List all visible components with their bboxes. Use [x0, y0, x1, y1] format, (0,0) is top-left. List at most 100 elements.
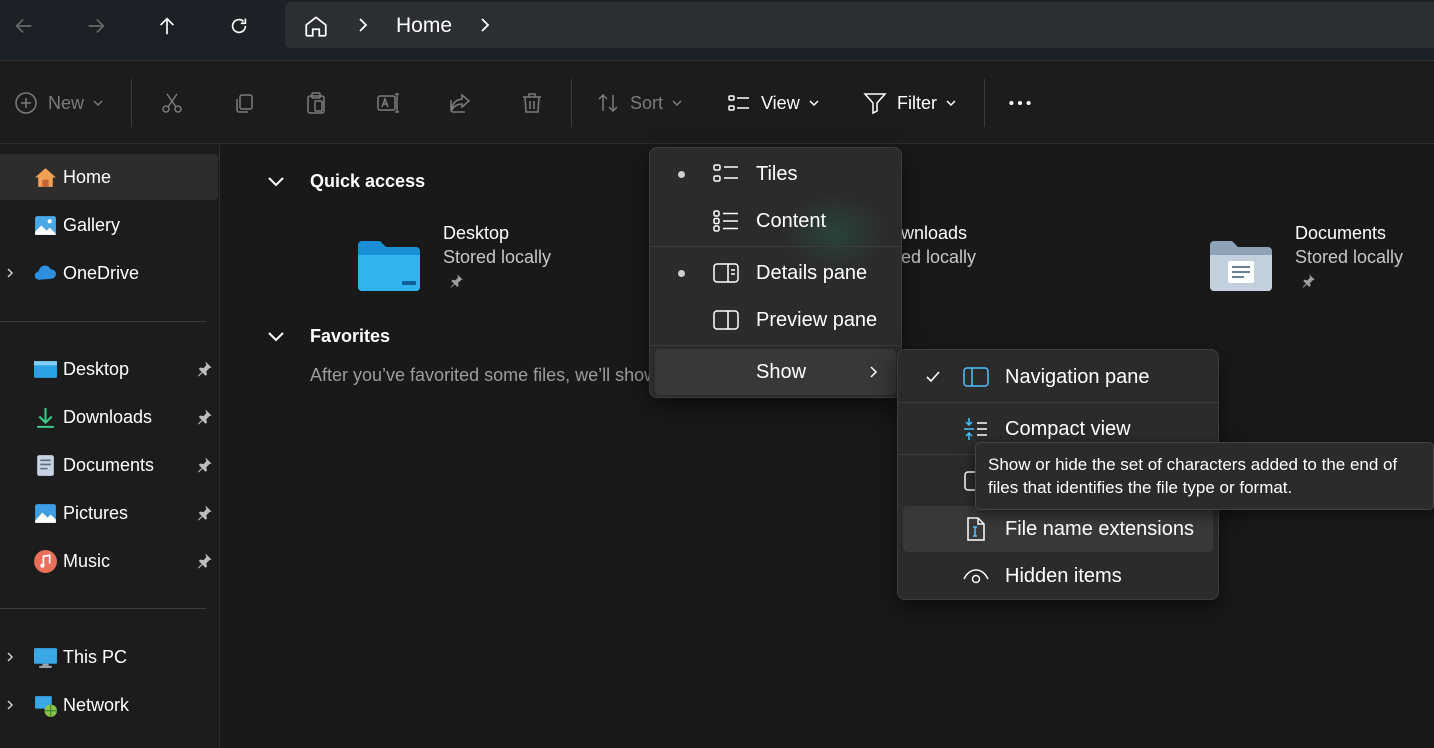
sidebar-item-onedrive[interactable]: OneDrive [0, 250, 218, 296]
new-label: New [48, 92, 85, 113]
sort-label: Sort [630, 92, 664, 113]
download-icon [37, 407, 54, 428]
rename-button[interactable] [376, 87, 400, 119]
desktop-icon [34, 360, 57, 378]
toolbar-divider [984, 79, 985, 127]
sort-icon [598, 93, 618, 113]
menu-item-tiles[interactable]: Tiles [655, 151, 896, 197]
menu-item-show[interactable]: Show [655, 349, 896, 395]
menu-item-label: Navigation pane [1005, 365, 1150, 388]
pin-icon[interactable] [195, 408, 213, 426]
menu-item-label: Hidden items [1005, 564, 1122, 587]
file-extension-icon [967, 517, 985, 541]
chevron-right-icon[interactable] [4, 267, 16, 279]
menu-divider [650, 246, 901, 247]
chevron-right-icon[interactable] [4, 651, 16, 663]
plus-circle-icon [15, 92, 37, 114]
refresh-button[interactable] [219, 8, 259, 44]
copy-button[interactable] [232, 87, 256, 119]
checkmark-icon [926, 371, 940, 383]
share-icon [450, 93, 471, 113]
sidebar-item-documents[interactable]: Documents [0, 442, 218, 488]
menu-item-file-name-extensions[interactable]: File name extensions [903, 506, 1213, 552]
command-bar: New Sort View Filter [0, 60, 1434, 144]
quick-access-item[interactable]: Documents Stored locally [1208, 223, 1434, 303]
eye-icon [963, 569, 989, 584]
quick-access-item[interactable]: Desktop Stored locally [356, 223, 656, 303]
compact-view-icon [964, 418, 987, 440]
menu-item-label: Preview pane [756, 308, 878, 331]
pin-icon[interactable] [195, 552, 213, 570]
chevron-right-icon[interactable] [4, 699, 16, 711]
paste-button[interactable] [304, 87, 328, 119]
sidebar-item-desktop[interactable]: Desktop [0, 346, 218, 392]
sidebar-item-music[interactable]: Music [0, 538, 218, 584]
favorites-header[interactable]: Favorites [266, 326, 390, 347]
sidebar-item-downloads[interactable]: Downloads [0, 394, 218, 440]
chevron-right-icon[interactable] [477, 16, 493, 34]
pin-icon[interactable] [195, 504, 213, 522]
quick-access-item[interactable]: wnloads ed locally [901, 223, 1201, 303]
pin-icon[interactable] [195, 456, 213, 474]
share-button[interactable] [448, 87, 472, 119]
sidebar-item-label: Home [63, 166, 112, 187]
sidebar-divider [0, 608, 206, 609]
menu-item-preview-pane[interactable]: Preview pane [655, 297, 896, 343]
sidebar-item-this-pc[interactable]: This PC [0, 634, 218, 680]
this-pc-icon [34, 647, 57, 668]
menu-item-hidden-items[interactable]: Hidden items [903, 553, 1213, 599]
rename-icon [377, 93, 399, 113]
new-button[interactable]: New [14, 87, 104, 119]
chevron-right-icon[interactable] [355, 16, 371, 34]
quick-access-item-name: Documents [1295, 223, 1387, 243]
menu-divider [650, 345, 901, 346]
music-icon [34, 549, 57, 573]
sort-button[interactable]: Sort [596, 87, 683, 119]
home-icon[interactable] [303, 13, 329, 39]
trash-icon [523, 93, 541, 113]
sidebar-item-home[interactable]: Home [0, 154, 218, 200]
toolbar-divider [571, 79, 572, 127]
network-icon [35, 695, 57, 717]
chevron-down-icon [809, 100, 819, 107]
sidebar-item-label: OneDrive [63, 262, 140, 283]
menu-item-navigation-pane[interactable]: Navigation pane [903, 354, 1213, 400]
menu-item-label: Content [756, 209, 827, 232]
selected-bullet-icon [678, 269, 685, 277]
pin-icon[interactable] [195, 360, 213, 378]
quick-access-item-status: Stored locally [1295, 247, 1404, 267]
more-icon [1009, 100, 1031, 106]
arrow-up-icon [159, 17, 175, 35]
sidebar-item-label: Pictures [63, 502, 129, 523]
onedrive-icon [34, 265, 56, 280]
breadcrumb-item-home[interactable]: Home [396, 14, 452, 38]
menu-item-content[interactable]: Content [655, 198, 896, 244]
sidebar-item-pictures[interactable]: Pictures [0, 490, 218, 536]
sidebar-item-label: Gallery [63, 214, 121, 235]
chevron-down-icon [93, 100, 103, 107]
pin-icon [1302, 274, 1315, 288]
chevron-down-icon [946, 100, 956, 107]
filter-label: Filter [897, 92, 937, 113]
breadcrumb[interactable]: Home [285, 2, 1434, 48]
menu-divider [898, 402, 1218, 403]
more-options-button[interactable] [1008, 87, 1032, 119]
delete-button[interactable] [520, 87, 544, 119]
quick-access-header[interactable]: Quick access [266, 171, 425, 192]
cut-button[interactable] [160, 87, 184, 119]
tiles-icon [713, 164, 738, 182]
content-view-icon [713, 210, 738, 232]
quick-access-item-name: Desktop [443, 223, 510, 243]
back-button[interactable] [4, 8, 44, 44]
sidebar-item-network[interactable]: Network [0, 682, 218, 728]
up-button[interactable] [147, 8, 187, 44]
forward-button[interactable] [76, 8, 116, 44]
favorites-empty-hint: After you’ve favorited some files, we’ll… [310, 365, 658, 385]
address-bar: Home [0, 0, 1434, 60]
sidebar-divider [0, 321, 206, 322]
scissors-icon [162, 93, 182, 113]
sidebar-item-gallery[interactable]: Gallery [0, 202, 218, 248]
view-button[interactable]: View [727, 87, 820, 119]
filter-button[interactable]: Filter [863, 87, 957, 119]
menu-item-details-pane[interactable]: Details pane [655, 250, 896, 296]
